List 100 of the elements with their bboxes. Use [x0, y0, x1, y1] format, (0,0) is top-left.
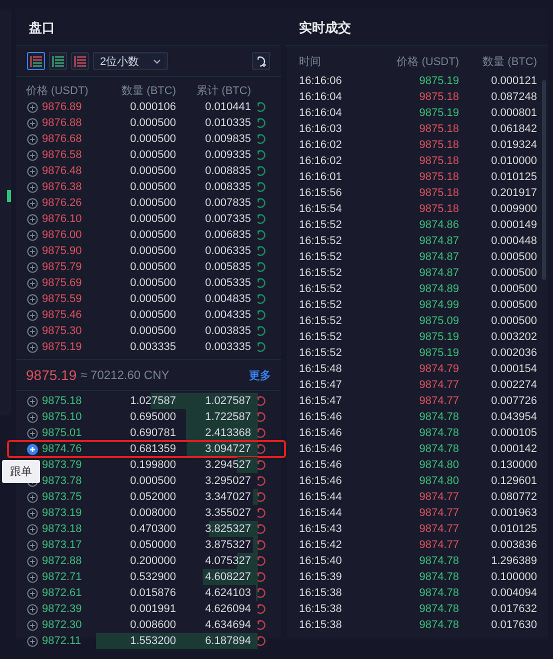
tooltip: 跟单 [2, 460, 40, 483]
amount-cell: 0.001991 [130, 603, 176, 615]
amount-cell: 0.000500 [130, 197, 176, 209]
total-cell: 0.008335 [205, 181, 251, 193]
amount-cell-text: 0.003202 [490, 331, 537, 343]
price-cell-text: 9873.17 [42, 539, 83, 551]
amount-cell-text: 0.017632 [490, 603, 537, 615]
amount-cell-text: 0.003836 [490, 539, 537, 551]
total-cell: 0.005335 [205, 277, 251, 289]
amount-cell-text: 0.000500 [490, 299, 537, 311]
time-cell-text: 16:16:01 [299, 171, 343, 183]
total-cell: 3.347027 [205, 491, 251, 503]
time-cell-text: 16:15:46 [299, 475, 343, 487]
price-cell-text: 9872.30 [42, 619, 83, 631]
price-cell-text: 9875.19 [418, 107, 459, 119]
amount-cell-text: 0.007726 [490, 395, 537, 407]
amount-cell: 0.008600 [130, 619, 176, 631]
price-cell-text: 9874.77 [418, 379, 459, 391]
amount-cell-text: 0.087248 [490, 91, 537, 103]
price-cell-text: 9874.80 [418, 459, 459, 471]
price-cell-text: 9875.18 [418, 123, 459, 135]
amount-cell: 0.000500 [130, 181, 176, 193]
price-cell-text: 9875.01 [42, 427, 83, 439]
time-cell-text: 16:15:46 [299, 411, 343, 423]
price-cell-text: 9875.18 [418, 91, 459, 103]
price-cell-text: 9876.89 [42, 101, 83, 113]
time-cell-text: 16:15:47 [299, 395, 343, 407]
time-cell-text: 16:15:39 [299, 571, 343, 583]
price-cell-text: 9876.00 [42, 229, 83, 241]
time-cell-text: 16:15:52 [299, 267, 343, 279]
amount-cell: 0.008000 [130, 507, 176, 519]
price-cell-text: 9874.78 [418, 443, 459, 455]
total-cell: 4.634694 [205, 619, 251, 631]
amount-cell-text: 0.010125 [490, 523, 537, 535]
total-cell: 0.006335 [205, 245, 251, 257]
price-cell-text: 9875.18 [418, 139, 459, 151]
time-cell-text: 16:15:46 [299, 443, 343, 455]
price-cell-text: 9876.10 [42, 213, 83, 225]
amount-cell-text: 0.129601 [490, 475, 537, 487]
price-cell-text: 9875.59 [42, 293, 83, 305]
total-cell: 0.008835 [205, 165, 251, 177]
price-cell-text: 9876.26 [42, 197, 83, 209]
price-cell-text: 9872.61 [42, 587, 83, 599]
fiat-price: ≈ 70212.60 CNY [80, 368, 170, 382]
price-cell-text: 9875.69 [42, 277, 83, 289]
price-cell-text: 9873.19 [42, 507, 83, 519]
column-header: 累计 (BTC) [196, 84, 251, 98]
total-cell: 1.027587 [205, 395, 251, 407]
price-cell-text: 9874.77 [418, 539, 459, 551]
total-cell: 4.075327 [205, 555, 251, 567]
price-cell-text: 9874.77 [418, 507, 459, 519]
total-cell: 6.187894 [205, 635, 251, 647]
amount-cell-text: 0.061842 [490, 123, 537, 135]
amount-cell-text: 0.010000 [490, 155, 537, 167]
price-cell-text: 9875.18 [418, 171, 459, 183]
price-cell-text: 9873.18 [42, 523, 83, 535]
total-cell: 3.294527 [205, 459, 251, 471]
total-cell: 4.608227 [205, 571, 251, 583]
amount-cell: 0.000500 [130, 475, 176, 487]
amount-cell: 0.199800 [130, 459, 176, 471]
amount-cell: 1.027587 [130, 395, 176, 407]
price-cell-text: 9875.09 [418, 315, 459, 327]
total-cell: 3.875327 [205, 539, 251, 551]
amount-cell-text: 0.009900 [490, 203, 537, 215]
price-cell-text: 9874.87 [418, 235, 459, 247]
amount-cell: 0.200000 [130, 555, 176, 567]
price-cell-text: 9872.39 [42, 603, 83, 615]
column-header: 数量 (BTC) [482, 54, 537, 68]
price-cell-text: 9873.79 [42, 459, 83, 471]
price-cell-text: 9875.30 [42, 325, 83, 337]
last-price: 9875.19 [26, 367, 77, 383]
amount-cell-text: 1.296389 [490, 555, 537, 567]
price-cell-text: 9874.80 [418, 475, 459, 487]
amount-cell: 0.695000 [130, 411, 176, 423]
price-cell-text: 9874.78 [418, 555, 459, 567]
amount-cell: 0.003335 [130, 341, 176, 353]
amount-cell: 0.532900 [130, 571, 176, 583]
time-cell-text: 16:16:04 [299, 91, 343, 103]
amount-cell-text: 0.000500 [490, 315, 537, 327]
amount-cell-text: 0.000500 [490, 283, 537, 295]
column-header: 时间 [299, 54, 322, 68]
amount-cell-text: 0.001963 [490, 507, 537, 519]
total-cell: 0.010441 [205, 101, 251, 113]
price-cell-text: 9874.86 [418, 219, 459, 231]
price-cell-text: 9876.88 [42, 117, 83, 129]
time-cell-text: 16:15:52 [299, 235, 343, 247]
time-cell-text: 16:15:44 [299, 491, 343, 503]
total-cell: 0.004335 [205, 309, 251, 321]
amount-cell-text: 0.000121 [490, 75, 537, 87]
time-cell-text: 16:15:38 [299, 619, 343, 631]
total-cell: 4.626094 [205, 603, 251, 615]
price-cell-text: 9876.58 [42, 149, 83, 161]
amount-cell-text: 0.000500 [490, 251, 537, 263]
time-cell-text: 16:15:52 [299, 299, 343, 311]
total-cell: 0.006835 [205, 229, 251, 241]
price-cell-text: 9873.78 [42, 475, 83, 487]
total-cell: 0.007835 [205, 197, 251, 209]
amount-cell: 0.000500 [130, 325, 176, 337]
amount-cell: 0.052000 [130, 491, 176, 503]
time-cell-text: 16:15:44 [299, 507, 343, 519]
